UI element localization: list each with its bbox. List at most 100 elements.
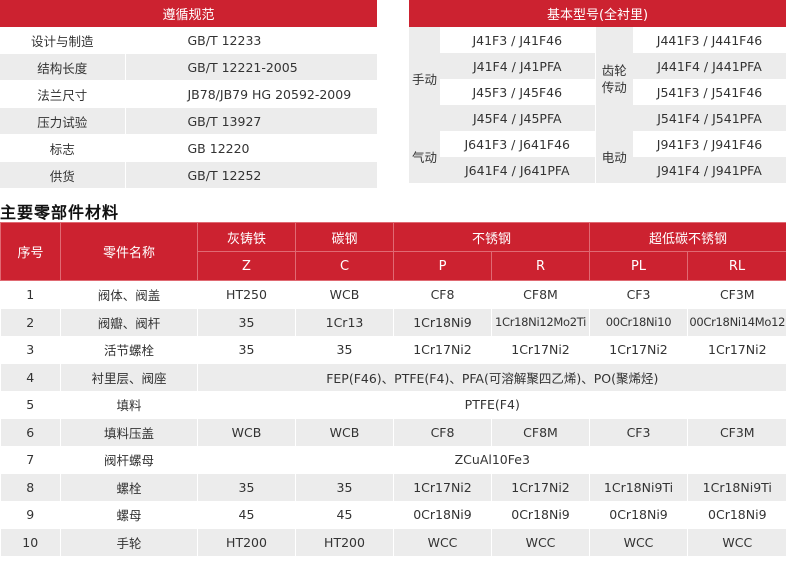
part-name: 活节螺栓 xyxy=(60,336,198,364)
group-gear: 齿轮 传动 xyxy=(594,27,633,131)
table-row: 2 阀瓣、阀杆 35 1Cr13 1Cr18Ni9 1Cr18Ni12Mo2Ti… xyxy=(0,308,786,336)
material-cell: HT200 xyxy=(197,528,296,556)
material-cell: 35 xyxy=(295,473,394,501)
model-code: J641F3 / J641F46 xyxy=(440,131,595,157)
standard-label: 压力试验 xyxy=(0,107,126,135)
material-cell: 1Cr18Ni9Ti xyxy=(687,473,786,501)
table-row: 供货 GB/T 12252 xyxy=(0,161,378,189)
header-code: PL xyxy=(589,251,689,281)
material-cell: WCC xyxy=(589,528,689,556)
header-gray-iron: 灰铸铁 xyxy=(197,222,296,252)
standard-value: GB/T 12252 xyxy=(125,161,378,189)
table-row: 5 填料 PTFE(F4) xyxy=(0,391,786,419)
model-code: J45F3 / J45F46 xyxy=(440,79,595,105)
material-span-cell: ZCuAl10Fe3 xyxy=(197,446,786,474)
table-row: 设计与制造 GB/T 12233 xyxy=(0,27,378,54)
header-stainless: 不锈钢 xyxy=(392,222,591,252)
material-cell: CF3M xyxy=(687,418,786,446)
model-code: J441F4 / J441PFA xyxy=(633,53,786,79)
material-span-cell: PTFE(F4) xyxy=(197,391,786,419)
standards-title: 遵循规范 xyxy=(0,0,378,27)
material-cell: 35 xyxy=(197,308,296,336)
model-code: J941F4 / J941PFA xyxy=(633,157,786,183)
material-cell: WCB xyxy=(197,418,296,446)
standard-label: 供货 xyxy=(0,161,126,189)
material-cell: CF3M xyxy=(687,280,786,309)
model-code: J45F4 / J45PFA xyxy=(440,105,595,131)
material-cell: 1Cr18Ni9Ti xyxy=(589,473,689,501)
model-code: J541F4 / J541PFA xyxy=(633,105,786,131)
table-row: 结构长度 GB/T 12221-2005 xyxy=(0,53,378,81)
part-name: 螺母 xyxy=(60,501,198,529)
header-code: RL xyxy=(687,251,786,281)
material-cell: WCB xyxy=(295,280,394,309)
table-row: 手动 J41F3 / J41F46 齿轮 传动 J441F3 / J441F46 xyxy=(409,27,786,131)
standard-label: 法兰尺寸 xyxy=(0,80,126,108)
group-gear-line1: 齿轮 xyxy=(601,63,627,78)
table-row: 9 螺母 45 45 0Cr18Ni9 0Cr18Ni9 0Cr18Ni9 0C… xyxy=(0,501,786,529)
material-cell: HT250 xyxy=(197,280,296,309)
header-code: C xyxy=(295,251,394,281)
row-no: 1 xyxy=(0,280,61,309)
standard-value: GB/T 12221-2005 xyxy=(125,53,378,81)
material-cell: 1Cr17Ni2 xyxy=(491,336,591,364)
material-cell: 0Cr18Ni9 xyxy=(687,501,786,529)
part-name: 螺栓 xyxy=(60,473,198,501)
row-no: 6 xyxy=(0,418,61,446)
model-code: J41F4 / J41PFA xyxy=(440,53,595,79)
material-cell: 1Cr13 xyxy=(295,308,394,336)
row-no: 4 xyxy=(0,363,61,391)
material-cell: 00Cr18Ni14Mo12 xyxy=(687,308,786,336)
material-cell: 45 xyxy=(197,501,296,529)
material-cell: 0Cr18Ni9 xyxy=(393,501,492,529)
material-cell: WCC xyxy=(687,528,786,556)
header-code: Z xyxy=(197,251,296,281)
material-cell: CF8M xyxy=(491,418,591,446)
standard-label: 结构长度 xyxy=(0,53,126,81)
standard-label: 标志 xyxy=(0,134,126,162)
material-cell: CF3 xyxy=(589,280,689,309)
material-cell: CF8 xyxy=(393,280,492,309)
section-title: 主要零部件材料 xyxy=(0,203,120,222)
row-no: 3 xyxy=(0,336,61,364)
part-name: 填料 xyxy=(60,391,198,419)
material-cell: WCC xyxy=(491,528,591,556)
material-cell: 1Cr17Ni2 xyxy=(393,473,492,501)
table-row: 8 螺栓 35 35 1Cr17Ni2 1Cr17Ni2 1Cr18Ni9Ti … xyxy=(0,473,786,501)
material-cell: 1Cr17Ni2 xyxy=(589,336,689,364)
model-code: J541F3 / J541F46 xyxy=(633,79,786,105)
header-carbon-steel: 碳钢 xyxy=(295,222,394,252)
material-cell: 45 xyxy=(295,501,394,529)
part-name: 阀瓣、阀杆 xyxy=(60,308,198,336)
material-cell: CF3 xyxy=(589,418,689,446)
table-row: 法兰尺寸 JB78/JB79 HG 20592-2009 xyxy=(0,80,378,108)
group-pneumatic: 气动 xyxy=(409,131,440,183)
part-name: 阀杆螺母 xyxy=(60,446,198,474)
header-no: 序号 xyxy=(0,222,61,281)
header-code: R xyxy=(490,251,591,281)
part-name: 填料压盖 xyxy=(60,418,198,446)
table-row: 10 手轮 HT200 HT200 WCC WCC WCC WCC xyxy=(0,528,786,556)
material-cell: 1Cr18Ni12Mo2Ti xyxy=(491,308,591,336)
header-code: P xyxy=(393,251,492,281)
material-cell: 35 xyxy=(295,336,394,364)
material-span-cell: FEP(F46)、PTFE(F4)、PFA(可溶解聚四乙烯)、PO(聚烯烃) xyxy=(197,363,786,391)
table-row: 压力试验 GB/T 13927 xyxy=(0,107,378,135)
models-table: 基本型号(全衬里) 手动 J41F3 / J41F46 齿轮 传动 J441F3 … xyxy=(409,0,786,183)
standard-value: GB 12220 xyxy=(125,134,378,162)
part-name: 手轮 xyxy=(60,528,198,556)
table-row: 6 填料压盖 WCB WCB CF8 CF8M CF3 CF3M xyxy=(0,418,786,446)
group-manual: 手动 xyxy=(409,27,440,131)
table-row: 4 衬里层、阀座 FEP(F46)、PTFE(F4)、PFA(可溶解聚四乙烯)、… xyxy=(0,363,786,391)
standard-value: GB/T 12233 xyxy=(125,27,378,54)
material-cell: 1Cr18Ni9 xyxy=(393,308,492,336)
row-no: 2 xyxy=(0,308,61,336)
table-row: 3 活节螺栓 35 35 1Cr17Ni2 1Cr17Ni2 1Cr17Ni2 … xyxy=(0,336,786,364)
model-code: J941F3 / J941F46 xyxy=(633,131,786,157)
table-row: 7 阀杆螺母 ZCuAl10Fe3 xyxy=(0,446,786,474)
row-no: 10 xyxy=(0,528,61,556)
standards-table: 遵循规范 设计与制造 GB/T 12233 结构长度 GB/T 12221-20… xyxy=(0,0,378,189)
standard-value: JB78/JB79 HG 20592-2009 xyxy=(125,80,378,108)
standard-value: GB/T 13927 xyxy=(125,107,378,135)
table-row: 标志 GB 12220 xyxy=(0,134,378,162)
